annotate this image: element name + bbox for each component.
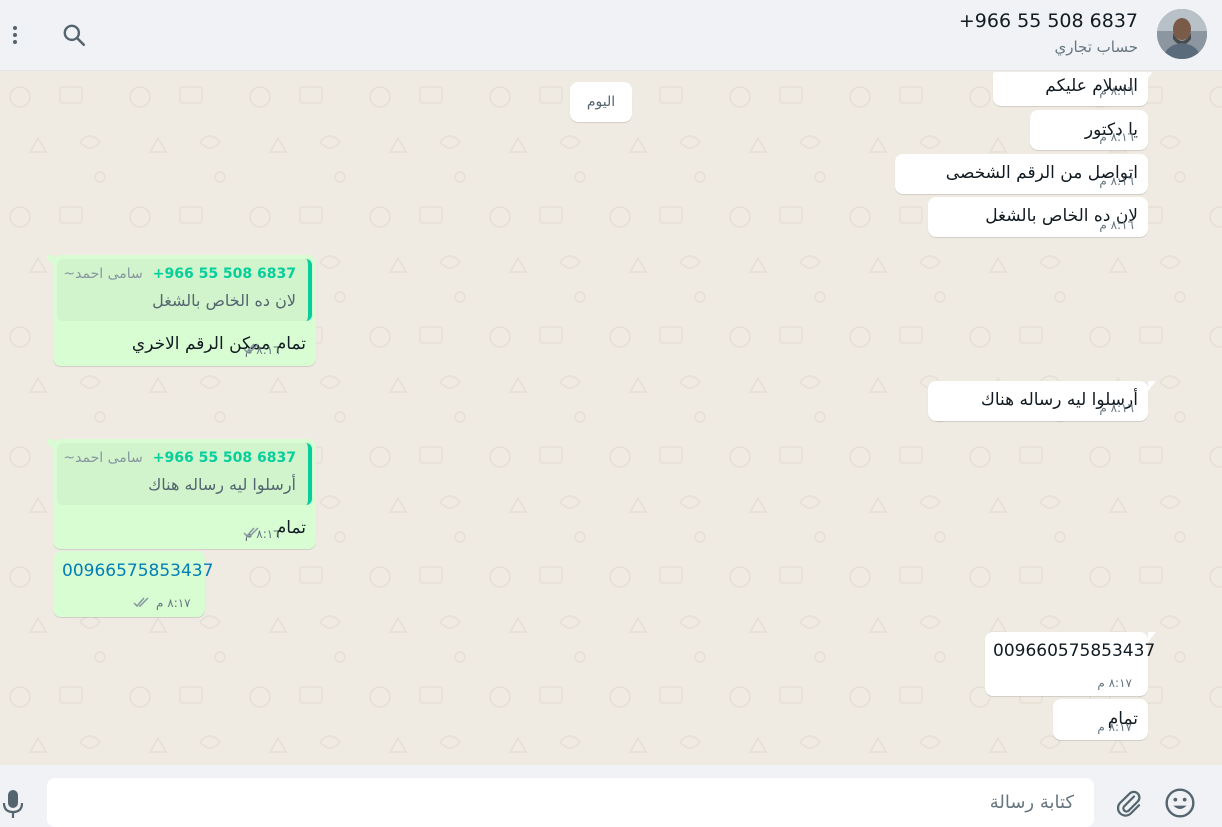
phone-number-link[interactable]: 00966575853437 [62, 561, 213, 581]
kebab-menu-icon [13, 26, 17, 44]
message-outgoing[interactable]: ~سامى احمد +966 55 508 6837 أرسلوا ليه رس… [45, 439, 316, 549]
message-time: ٨:١٦ م [1099, 401, 1134, 415]
message-outgoing[interactable]: 00966575853437 ٨:١٧ م [53, 551, 213, 617]
message-incoming[interactable]: أرسلوا ليه رساله هناك ٨:١٦ م [928, 381, 1156, 421]
menu-button[interactable] [0, 20, 30, 50]
quoted-message[interactable]: ~سامى احمد +966 55 508 6837 لان ده الخاص … [57, 259, 312, 321]
message-input[interactable]: كتابة رسالة [47, 778, 1094, 827]
quoted-author-number: +966 55 508 6837 [152, 266, 296, 282]
paperclip-icon [1116, 790, 1141, 817]
message-time: ٨:١٦ م [1099, 218, 1134, 232]
quoted-author-name: ~سامى احمد [63, 266, 143, 282]
quoted-header: ~سامى احمد +966 55 508 6837 [63, 266, 296, 282]
quoted-header: ~سامى احمد +966 55 508 6837 [63, 450, 296, 466]
microphone-icon [2, 790, 24, 818]
emoji-button[interactable] [1162, 785, 1198, 821]
message-incoming[interactable]: يا دكتور ٨:١٦ م [1030, 110, 1148, 150]
message-input-placeholder: كتابة رسالة [989, 792, 1074, 813]
message-incoming[interactable]: لان ده الخاص بالشغل ٨:١٦ م [928, 197, 1148, 237]
quoted-text: أرسلوا ليه رساله هناك [148, 475, 296, 494]
message-text: تمام [275, 518, 306, 538]
day-separator: اليوم [570, 82, 632, 122]
message-time: ٨:١٧ م [1097, 720, 1132, 734]
quoted-author-name: ~سامى احمد [63, 450, 143, 466]
attach-button[interactable] [1112, 787, 1146, 821]
message-time: ٨:١٦ م [1099, 84, 1134, 98]
message-text: 009660575853437 [993, 641, 1156, 661]
quoted-author-number: +966 55 508 6837 [152, 450, 296, 466]
contact-subtitle: حساب تجاري [1054, 38, 1138, 56]
message-time: ٨:١٧ م [1097, 676, 1132, 690]
double-check-icon [133, 597, 149, 608]
search-icon [63, 24, 86, 47]
message-list[interactable]: اليوم السلام عليكم ٨:١٦ م يا دكتور ٨:١٦ … [0, 72, 1222, 765]
voice-record-button[interactable] [0, 787, 26, 821]
chat-header: +966 55 508 6837 حساب تجاري [0, 0, 1222, 71]
message-incoming[interactable]: اتواصل من الرقم الشخصى ٨:١٦ م [895, 154, 1148, 194]
double-check-icon [243, 343, 259, 354]
message-incoming[interactable]: تمام ٨:١٧ م [1053, 699, 1148, 740]
composer-bar: كتابة رسالة [0, 765, 1222, 827]
emoji-icon [1165, 788, 1195, 818]
contact-info[interactable]: +966 55 508 6837 حساب تجاري [959, 10, 1138, 56]
quoted-text: لان ده الخاص بالشغل [152, 291, 296, 310]
message-time: ٨:١٦ م [1099, 130, 1134, 144]
avatar[interactable] [1157, 9, 1207, 59]
double-check-icon [243, 527, 259, 538]
message-outgoing[interactable]: ~سامى احمد +966 55 508 6837 لان ده الخاص … [45, 255, 316, 366]
message-text: تمام ممكن الرقم الاخري [131, 334, 306, 354]
search-button[interactable] [59, 20, 89, 50]
message-time: ٨:١٧ م [156, 596, 191, 610]
quoted-message[interactable]: ~سامى احمد +966 55 508 6837 أرسلوا ليه رس… [57, 443, 312, 505]
contact-name: +966 55 508 6837 [958, 10, 1138, 32]
message-time: ٨:١٦ م [1099, 174, 1134, 188]
message-incoming[interactable]: السلام عليكم ٨:١٦ م [993, 72, 1156, 106]
avatar-image [1157, 9, 1207, 59]
message-incoming[interactable]: 009660575853437 ٨:١٧ م [985, 632, 1156, 696]
